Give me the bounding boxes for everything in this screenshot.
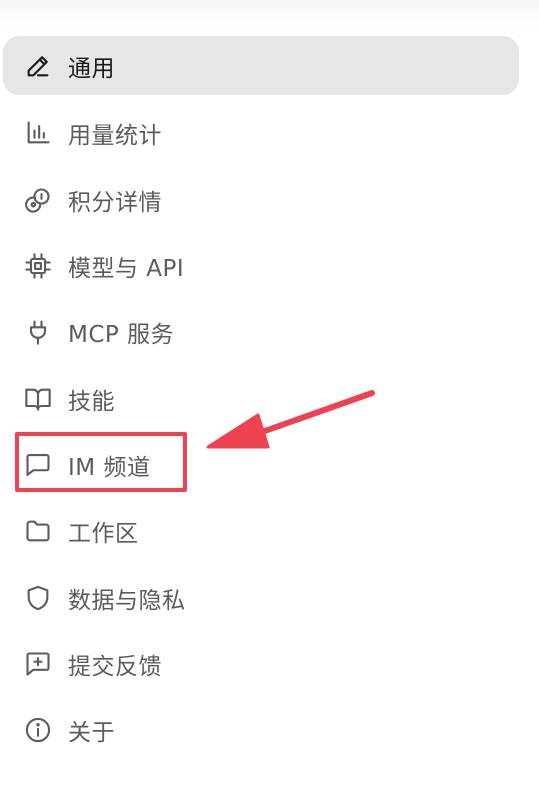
- nav-item-label: 工作区: [68, 520, 139, 547]
- nav-item-label: MCP 服务: [68, 321, 175, 348]
- nav-item-credits[interactable]: 积分详情: [3, 170, 519, 229]
- folder-icon: [24, 517, 52, 545]
- pencil-icon: [24, 52, 52, 80]
- nav-item-workspace[interactable]: 工作区: [3, 501, 519, 560]
- annotation-highlight-box: [15, 432, 187, 492]
- settings-page: 通用 用量统计 积分详情 模型与 API MCP 服务 技能 IM 频道 工作区…: [0, 0, 539, 810]
- shield-icon: [24, 584, 52, 612]
- nav-item-label: 通用: [68, 55, 115, 82]
- annotation-arrow-icon: [206, 390, 375, 449]
- nav-item-label: 关于: [68, 719, 115, 746]
- nav-item-label: 数据与隐私: [68, 587, 186, 614]
- nav-item-label: 模型与 API: [68, 255, 185, 282]
- nav-item-general[interactable]: 通用: [3, 36, 519, 95]
- plug-icon: [24, 318, 52, 346]
- cpu-chip-icon: [24, 252, 52, 280]
- nav-item-label: 技能: [68, 388, 115, 415]
- bar-chart-icon: [24, 119, 52, 147]
- nav-item-about[interactable]: 关于: [3, 700, 519, 759]
- coins-icon: [24, 186, 52, 214]
- nav-item-data-privacy[interactable]: 数据与隐私: [3, 568, 519, 627]
- nav-item-models-api[interactable]: 模型与 API: [3, 236, 519, 295]
- nav-item-label: 提交反馈: [68, 653, 162, 680]
- nav-item-feedback[interactable]: 提交反馈: [3, 634, 519, 693]
- book-open-icon: [24, 385, 52, 413]
- nav-item-usage-stats[interactable]: 用量统计: [3, 103, 519, 162]
- message-plus-icon: [24, 650, 52, 678]
- nav-item-label: 用量统计: [68, 122, 162, 149]
- info-icon: [24, 716, 52, 744]
- nav-item-mcp-service[interactable]: MCP 服务: [3, 302, 519, 361]
- nav-item-label: 积分详情: [68, 189, 162, 216]
